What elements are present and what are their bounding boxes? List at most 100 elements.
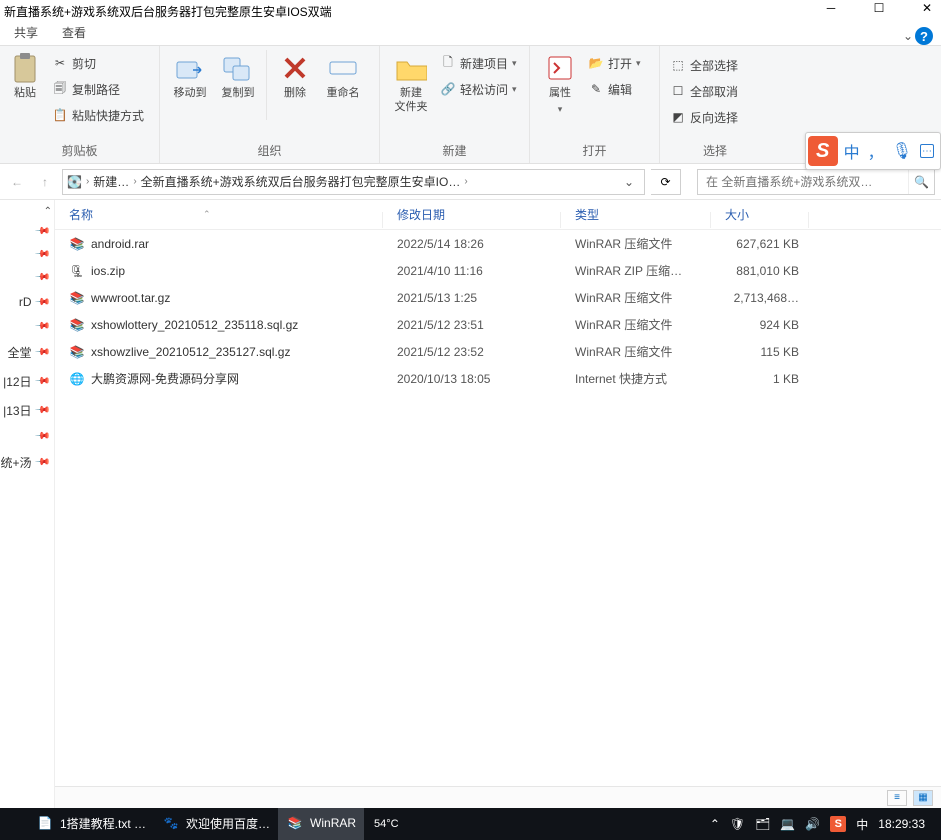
file-name: wwwroot.tar.gz xyxy=(91,291,170,305)
taskbar-weather[interactable]: 54°C xyxy=(364,818,409,830)
tray-explorer-icon[interactable]: 🗂 xyxy=(755,817,770,831)
taskbar-item-winrar[interactable]: 📚 WinRAR xyxy=(278,808,364,840)
file-date: 2021/5/13 1:25 xyxy=(383,291,561,305)
breadcrumb-item-2[interactable]: 全新直播系统+游戏系统双后台服务器打包完整原生安卓IO… › xyxy=(141,173,468,190)
file-name: 大鹏资源网-免费源码分享网 xyxy=(91,370,239,387)
ime-toolbar[interactable]: S 中 ， 🎙 ⋯ xyxy=(805,132,941,170)
file-list[interactable]: 📚 android.rar 2022/5/14 18:26 WinRAR 压缩文… xyxy=(55,230,941,786)
delete-button[interactable]: 删除 xyxy=(271,50,319,100)
cut-button[interactable]: ✂ 剪切 xyxy=(48,52,148,74)
open-button[interactable]: 📂 打开 ▾ xyxy=(584,52,645,74)
file-name: android.rar xyxy=(91,237,149,251)
taskbar-clock[interactable]: 18:29:33 xyxy=(878,817,931,831)
new-item-button[interactable]: 🗋 新建项目 ▾ xyxy=(436,52,521,74)
tab-view[interactable]: 查看 xyxy=(62,24,86,45)
rename-button[interactable]: 重命名 xyxy=(319,50,367,100)
edit-icon: ✎ xyxy=(588,81,604,97)
tray-network-icon[interactable]: 💻 xyxy=(780,817,795,831)
nav-pinned-item[interactable]: 📌 xyxy=(0,321,54,332)
search-icon[interactable]: 🔍 xyxy=(908,170,934,194)
tray-sogou-icon[interactable]: S xyxy=(830,816,846,832)
nav-pane-collapse-icon[interactable]: ⌃ xyxy=(44,206,52,217)
file-row[interactable]: 📚 android.rar 2022/5/14 18:26 WinRAR 压缩文… xyxy=(55,230,941,257)
select-all-button[interactable]: ⬚ 全部选择 xyxy=(666,54,742,76)
file-type-icon: 🌐 xyxy=(69,371,85,387)
breadcrumb[interactable]: 💽 › 新建… › 全新直播系统+游戏系统双后台服务器打包完整原生安卓IO… ›… xyxy=(62,169,645,195)
select-none-button[interactable]: ☐ 全部取消 xyxy=(666,80,742,102)
ime-mic-icon[interactable]: 🎙 xyxy=(892,141,912,161)
file-type: Internet 快捷方式 xyxy=(561,370,711,387)
minimize-button[interactable]: ─ xyxy=(821,0,841,16)
column-type[interactable]: 类型 xyxy=(561,206,711,223)
refresh-button[interactable]: ⟳ xyxy=(651,169,681,195)
taskbar[interactable]: 📄 1搭建教程.txt … 🐾 欢迎使用百度… 📚 WinRAR 54°C ⌃ … xyxy=(0,808,941,840)
copy-to-button[interactable]: 复制到 xyxy=(214,50,262,100)
edit-button[interactable]: ✎ 编辑 xyxy=(584,78,645,100)
details-view-button[interactable]: ≡ xyxy=(887,790,907,806)
new-folder-button[interactable]: 新建 文件夹 xyxy=(386,50,436,114)
pin-icon: 📌 xyxy=(33,269,50,286)
nav-back-icon[interactable]: ← xyxy=(6,170,28,194)
new-item-icon: 🗋 xyxy=(440,55,456,71)
taskbar-item-notepad[interactable]: 📄 1搭建教程.txt … xyxy=(28,808,154,840)
easy-access-button[interactable]: 🔗 轻松访问 ▾ xyxy=(436,78,521,100)
column-size[interactable]: 大小 xyxy=(711,206,809,223)
file-row[interactable]: 🌐 大鹏资源网-免费源码分享网 2020/10/13 18:05 Interne… xyxy=(55,365,941,392)
icons-view-button[interactable]: ▦ xyxy=(913,790,933,806)
ime-more-icon[interactable]: ⋯ xyxy=(920,144,934,158)
nav-pinned-item[interactable]: 📌 xyxy=(0,226,54,237)
sogou-ime-icon[interactable]: S xyxy=(808,136,838,166)
file-row[interactable]: 📚 xshowlottery_20210512_235118.sql.gz 20… xyxy=(55,311,941,338)
pin-icon: 📌 xyxy=(33,344,50,361)
file-row[interactable]: 🗜 ios.zip 2021/4/10 11:16 WinRAR ZIP 压缩…… xyxy=(55,257,941,284)
clipboard-group-label: 剪贴板 xyxy=(0,140,159,163)
nav-pinned-item[interactable]: rD📌 xyxy=(0,295,54,309)
paste-button[interactable]: 粘贴 xyxy=(6,50,44,100)
tab-share[interactable]: 共享 xyxy=(14,24,38,45)
nav-pinned-item[interactable]: |13日📌 xyxy=(0,402,54,419)
help-icon[interactable]: ? xyxy=(915,27,933,45)
invert-selection-button[interactable]: ◩ 反向选择 xyxy=(666,106,742,128)
ime-chinese-mode[interactable]: 中 xyxy=(844,139,860,163)
file-row[interactable]: 📚 wwwroot.tar.gz 2021/5/13 1:25 WinRAR 压… xyxy=(55,284,941,311)
tray-chevron-icon[interactable]: ⌃ xyxy=(710,817,720,831)
ime-punct[interactable]: ， xyxy=(868,139,884,163)
help-dropdown[interactable]: ⌄ ? xyxy=(903,27,933,45)
nav-pinned-item[interactable]: 全堂📌 xyxy=(0,344,54,361)
nav-pinned-item[interactable]: |12日📌 xyxy=(0,373,54,390)
nav-pinned-item[interactable]: 统+汤📌 xyxy=(0,454,54,471)
file-type: WinRAR ZIP 压缩… xyxy=(561,262,711,279)
properties-button[interactable]: 属性 ▾ xyxy=(536,50,584,116)
breadcrumb-item-1[interactable]: 新建… › xyxy=(93,173,136,190)
move-to-button[interactable]: 移动到 xyxy=(166,50,214,100)
search-box[interactable]: 🔍 xyxy=(697,169,935,195)
system-tray[interactable]: ⌃ 🛡 🗂 💻 🔊 S 中 18:29:33 xyxy=(710,816,941,833)
tray-ime-mode[interactable]: 中 xyxy=(856,816,868,833)
file-type-icon: 📚 xyxy=(69,236,85,252)
window-titlebar: 新直播系统+游戏系统双后台服务器打包完整原生安卓IOS双端 ─ ☐ ✕ xyxy=(0,0,941,22)
search-input[interactable] xyxy=(706,175,908,189)
pin-icon: 📌 xyxy=(33,428,50,445)
nav-pinned-item[interactable]: 📌 xyxy=(0,272,54,283)
file-type-icon: 🗜 xyxy=(69,263,85,279)
paste-shortcut-button[interactable]: 📋 粘贴快捷方式 xyxy=(48,104,148,126)
tray-volume-icon[interactable]: 🔊 xyxy=(805,817,820,831)
file-row[interactable]: 📚 xshowzlive_20210512_235127.sql.gz 2021… xyxy=(55,338,941,365)
tray-security-icon[interactable]: 🛡 xyxy=(730,817,745,831)
copy-path-button[interactable]: 🗐 复制路径 xyxy=(48,78,148,100)
file-date: 2021/5/12 23:52 xyxy=(383,345,561,359)
nav-pane[interactable]: ⌃ 📌📌📌rD📌📌全堂📌|12日📌|13日📌📌统+汤📌 xyxy=(0,200,55,808)
nav-pinned-item[interactable]: 📌 xyxy=(0,249,54,260)
breadcrumb-root-icon[interactable]: 💽 › xyxy=(67,175,89,189)
window-title: 新直播系统+游戏系统双后台服务器打包完整原生安卓IOS双端 xyxy=(4,3,332,20)
close-button[interactable]: ✕ xyxy=(917,0,937,16)
maximize-button[interactable]: ☐ xyxy=(869,0,889,16)
column-date[interactable]: 修改日期 xyxy=(383,206,561,223)
column-name[interactable]: 名称⌃ xyxy=(55,206,383,223)
taskbar-item-baidu[interactable]: 🐾 欢迎使用百度… xyxy=(154,808,278,840)
nav-pinned-item[interactable]: 📌 xyxy=(0,431,54,442)
nav-up-button[interactable]: ↑ xyxy=(34,170,56,194)
file-date: 2021/4/10 11:16 xyxy=(383,264,561,278)
file-size: 627,621 KB xyxy=(711,237,809,251)
breadcrumb-dropdown-icon[interactable]: ⌄ xyxy=(618,175,640,189)
